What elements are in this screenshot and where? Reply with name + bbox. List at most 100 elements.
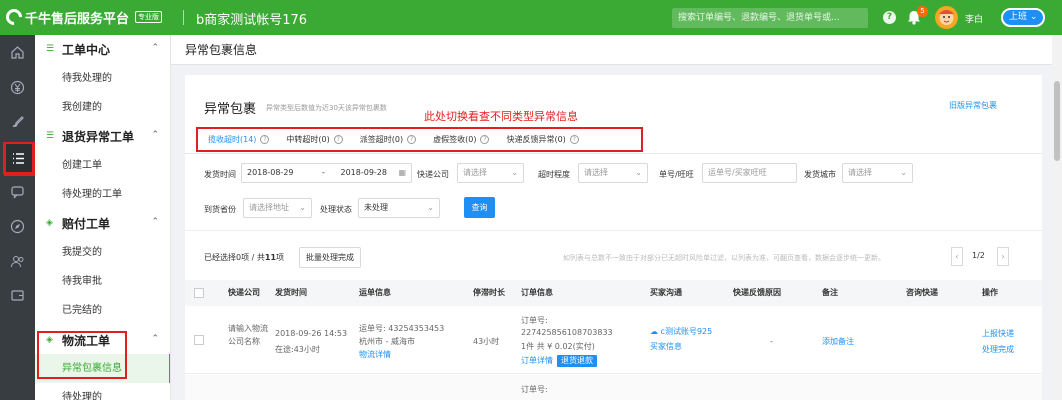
help-icon[interactable]: ? [569, 135, 579, 144]
logistics-detail-link[interactable]: 物流详情 [359, 348, 391, 361]
select-placeholder: 请选择 [848, 168, 872, 177]
tab-label: 虚假签收(0) [433, 135, 477, 144]
sidebar-group-return-exception[interactable]: ☰ 退货异常工单 ⌃ [35, 122, 170, 151]
sidebar-item[interactable]: 我提交的 [35, 238, 170, 267]
timeout-select[interactable]: 请选择 ⌄ [578, 163, 648, 183]
help-icon[interactable]: ? [407, 135, 417, 144]
card-subtitle: 异常类型后数值为近30天该异常包裹数 [266, 104, 387, 112]
chevron-up-icon: ⌃ [151, 43, 159, 53]
sidebar-item[interactable]: 创建工单 [35, 151, 170, 180]
list-icon: ☰ [46, 44, 55, 54]
duty-status-button[interactable]: 上班 ⌄ [1001, 8, 1046, 27]
sidebar-item[interactable]: 待我处理的 [35, 64, 170, 93]
chat-icon: ☁ [650, 327, 661, 336]
status-select[interactable]: 未处理 ⌄ [358, 198, 440, 218]
query-button[interactable]: 查询 [464, 197, 495, 218]
sidebar-item[interactable]: 我创建的 [35, 93, 170, 122]
users-icon[interactable] [0, 246, 35, 276]
ship-time-cell: 2018-09-26 14:53 [275, 329, 348, 338]
buyer-info-link[interactable]: 买家信息 [650, 340, 682, 353]
help-icon[interactable]: ? [333, 135, 343, 144]
old-version-link[interactable]: 旧版异常包裹 [949, 100, 997, 111]
logo[interactable]: 千牛售后服务平台 专业版 [2, 5, 163, 29]
main-content: 异常包裹信息 异常包裹 异常类型后数值为近30天该异常包裹数 此处切换看查不同类… [171, 35, 1052, 400]
table-row: 订单号: [185, 375, 1042, 400]
user-name[interactable]: 李白 [965, 12, 983, 25]
prev-page-button[interactable]: ‹ [951, 247, 963, 266]
chevron-down-icon: ⌄ [427, 203, 434, 212]
exception-type-tabs: 揽收超时(14)? 中转超时(0)? 派签超时(0)? 虚假签收(0)? 快递反… [196, 127, 643, 152]
highlight-box [4, 142, 35, 176]
help-icon[interactable]: ? [480, 135, 490, 144]
tab-pickup-timeout[interactable]: 揽收超时(14)? [208, 134, 270, 145]
content-card: 异常包裹 异常类型后数值为近30天该异常包裹数 此处切换看查不同类型异常信息 旧… [185, 75, 1042, 400]
column-header: 发货时间 [275, 288, 307, 297]
sidebar-item[interactable]: 待处理的工单 [35, 180, 170, 209]
help-icon[interactable]: ? [883, 11, 896, 24]
brush-icon[interactable] [0, 106, 35, 136]
buyer-chat-cell[interactable]: ☁ c测试账号925 [650, 325, 712, 338]
select-placeholder: 请选择 [584, 168, 608, 177]
avatar[interactable] [935, 6, 958, 29]
chat-icon[interactable] [0, 176, 35, 206]
sidebar-item[interactable]: 已完结的 [35, 296, 170, 325]
search-input[interactable]: 搜索订单编号、退款编号、退货单号或... [672, 8, 868, 28]
wallet-icon[interactable] [0, 280, 35, 310]
card-title: 异常包裹 [204, 102, 257, 117]
column-header: 订单信息 [521, 288, 553, 297]
tab-label: 揽收超时(14) [208, 135, 257, 144]
courier-cell[interactable]: 请输入物流公司名称 [228, 322, 268, 348]
date-separator: - [322, 168, 325, 177]
chevron-down-icon: ⌄ [1027, 12, 1038, 22]
selection-suffix: 项 [276, 253, 285, 262]
scrollbar-thumb[interactable] [1054, 81, 1060, 161]
order-amount: 1件 共 ¥ 0.02(实付) [521, 342, 595, 351]
help-icon[interactable]: ? [260, 135, 270, 144]
next-page-button[interactable]: › [997, 247, 1009, 266]
batch-complete-button[interactable]: 批量处理完成 [299, 247, 361, 268]
transit-cell: 在途:43小时 [275, 345, 320, 354]
select-all-checkbox[interactable] [194, 288, 204, 298]
add-remark-link[interactable]: 添加备注 [822, 335, 854, 348]
chevron-down-icon: ⌄ [635, 168, 642, 177]
compass-icon[interactable] [0, 211, 35, 241]
chevron-up-icon: ⌃ [151, 130, 159, 140]
tab-false-sign[interactable]: 虚假签收(0)? [433, 134, 490, 145]
tab-label: 派签超时(0) [359, 135, 404, 144]
timeout-label: 超时程度 [538, 170, 570, 179]
order-detail-link[interactable]: 订单详情 [521, 356, 553, 365]
sidebar-group-ticket-center[interactable]: ☰ 工单中心 ⌃ [35, 35, 170, 64]
tab-courier-feedback[interactable]: 快递反馈异常(0)? [506, 134, 579, 145]
list-notice: 如列表与总数不一致由于对部分已无超时风险单过滤，以列表为准，可翻页查看，数据会逐… [563, 254, 885, 262]
selection-total: 11 [264, 253, 277, 262]
order-label: 单号/旺旺 [659, 170, 694, 179]
scrollbar[interactable] [1052, 35, 1062, 400]
sidebar-group-label: 赔付工单 [62, 217, 111, 231]
order-input[interactable]: 运单号/买家旺旺 [702, 163, 797, 183]
yen-icon[interactable] [0, 72, 35, 102]
province-select[interactable]: 请选择地址 ⌄ [243, 198, 312, 218]
order-detail-cell: 订单详情 退货退款 [521, 354, 597, 367]
sidebar-item[interactable]: 待处理的 [35, 383, 170, 400]
tab-transit-timeout[interactable]: 中转超时(0)? [286, 134, 343, 145]
selection-prefix: 已经选择0项 / 共 [204, 253, 265, 262]
sidebar-group-compensation[interactable]: ◈ 赔付工单 ⌃ [35, 209, 170, 238]
date-start: 2018-08-29 [247, 168, 294, 177]
home-icon[interactable] [0, 37, 35, 67]
divider [183, 10, 184, 25]
divider [185, 153, 1042, 154]
tab-delivery-timeout[interactable]: 派签超时(0)? [359, 134, 417, 145]
report-courier-link[interactable]: 上报快递 [982, 327, 1014, 340]
order-label: 订单号: [521, 385, 548, 394]
date-range-picker[interactable]: 2018-08-29 - 2018-09-28 ▦ [241, 163, 412, 183]
tab-label: 快递反馈异常(0) [506, 135, 566, 144]
column-header: 快递公司 [228, 288, 260, 297]
courier-select[interactable]: 请选择 ⌄ [457, 163, 524, 183]
complete-link[interactable]: 处理完成 [982, 343, 1014, 356]
city-select[interactable]: 请选择 ⌄ [842, 163, 913, 183]
sidebar-item[interactable]: 待我审批 [35, 267, 170, 296]
row-checkbox[interactable] [194, 335, 204, 345]
stall-cell: 43小时 [473, 337, 500, 346]
calendar-icon: ▦ [398, 168, 406, 177]
logo-text: 千牛售后服务平台 [25, 11, 130, 27]
